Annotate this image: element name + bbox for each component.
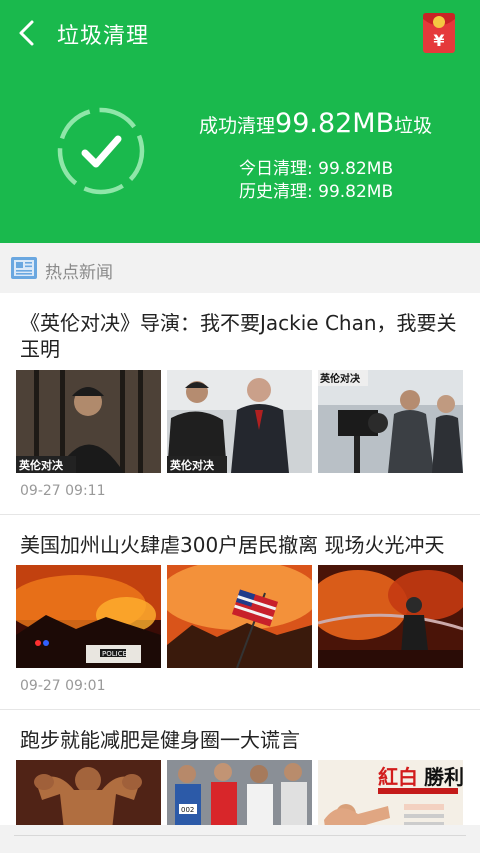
bottom-divider <box>14 835 466 836</box>
history-cleaned: 历史清理: 99.82MB <box>239 182 394 202</box>
svg-text:英伦对决: 英伦对决 <box>319 372 361 385</box>
news-feed[interactable]: 《英伦对决》导演：我不要Jackie Chan，我要关玉明 英伦对决 英伦对决 … <box>0 293 480 825</box>
svg-text:POLICE: POLICE <box>102 650 127 658</box>
news-thumbnail: 英伦对决 <box>16 370 161 473</box>
news-title: 《英伦对决》导演：我不要Jackie Chan，我要关玉明 <box>20 311 457 361</box>
news-thumbnail <box>167 565 312 668</box>
news-item[interactable]: 《英伦对决》导演：我不要Jackie Chan，我要关玉明 英伦对决 英伦对决 … <box>0 293 480 514</box>
result-prefix: 成功清理 <box>199 115 276 137</box>
bottom-bar <box>0 825 480 853</box>
svg-text:紅白: 紅白 <box>378 765 418 789</box>
news-thumbnail: 英伦对决 <box>167 370 312 473</box>
news-title: 美国加州山火肆虐300户居民撤离 现场火光冲天 <box>20 533 445 557</box>
clean-result: 成功清理99.82MB垃圾 <box>199 108 432 139</box>
svg-text:002: 002 <box>181 806 194 814</box>
svg-text:英伦对决: 英伦对决 <box>169 458 215 472</box>
result-suffix: 垃圾 <box>394 115 433 137</box>
news-title: 跑步就能减肥是健身圈一大谎言 <box>20 728 300 752</box>
back-button[interactable] <box>14 16 44 50</box>
svg-text:英伦对决: 英伦对决 <box>18 458 64 472</box>
page-title: 垃圾清理 <box>57 24 150 49</box>
svg-text:¥: ¥ <box>433 31 444 50</box>
red-envelope-icon: ¥ <box>423 13 455 53</box>
news-thumbnail: 英伦对决 <box>318 370 463 473</box>
checkmark-circle-icon <box>57 107 145 195</box>
section-title: 热点新闻 <box>45 263 113 283</box>
news-thumbnail <box>16 760 161 825</box>
newspaper-icon <box>11 257 37 279</box>
news-thumbnail <box>318 565 463 668</box>
today-cleaned: 今日清理: 99.82MB <box>239 159 394 179</box>
news-thumbnail: 紅白 勝利! <box>318 760 463 825</box>
hot-news-header: 热点新闻 <box>0 243 480 293</box>
news-thumbnail: 002 <box>167 760 312 825</box>
news-time: 09-27 09:11 <box>20 483 106 499</box>
news-item[interactable]: 跑步就能减肥是健身圈一大谎言 002 紅白 勝利 <box>0 710 480 825</box>
header: 垃圾清理 ¥ 成功清理99.82MB垃圾 今日清理: 99.82MB 历史清理:… <box>0 0 480 243</box>
news-thumbnail: POLICE <box>16 565 161 668</box>
news-item[interactable]: 美国加州山火肆虐300户居民撤离 现场火光冲天 POLICE 09-27 09:… <box>0 515 480 709</box>
news-time: 09-27 09:01 <box>20 678 106 694</box>
svg-text:勝利!: 勝利! <box>424 765 463 789</box>
red-envelope-button[interactable]: ¥ <box>422 12 456 54</box>
result-amount: 99.82MB <box>275 108 395 139</box>
chevron-left-icon <box>19 20 34 46</box>
